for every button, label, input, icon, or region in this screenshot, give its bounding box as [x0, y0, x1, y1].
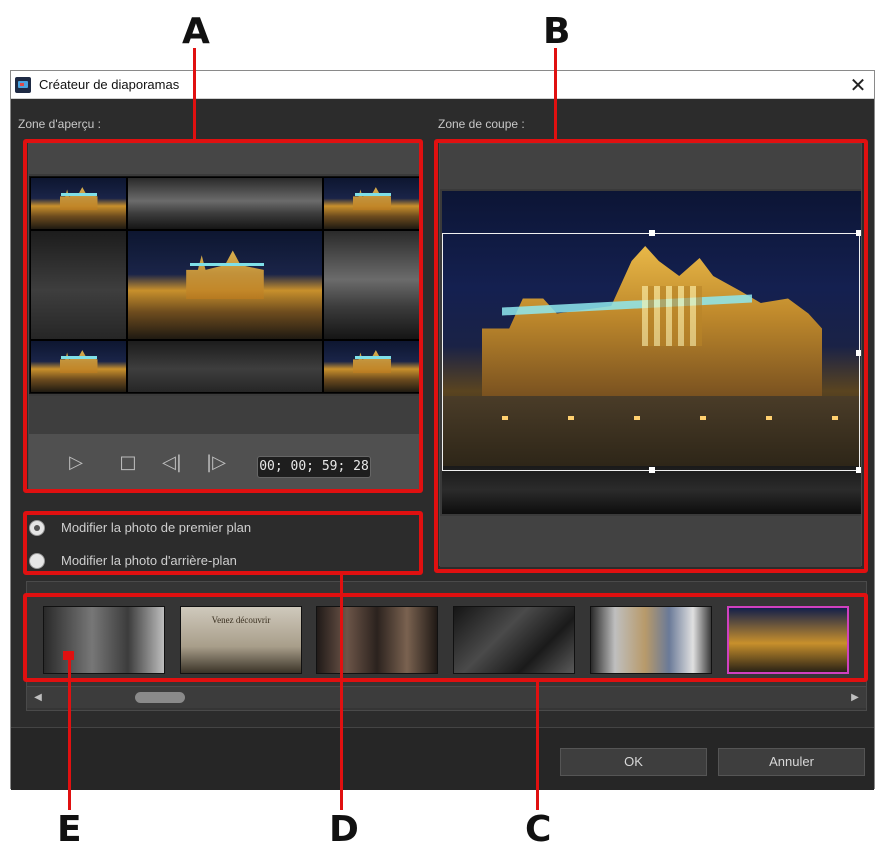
title-bar: Créateur de diaporamas ✕ [11, 71, 874, 99]
scroll-left-icon[interactable]: ◀ [31, 691, 45, 705]
close-button[interactable]: ✕ [846, 73, 870, 97]
scroll-thumb[interactable] [135, 692, 185, 703]
callout-letter-b: B [543, 11, 571, 52]
app-icon [15, 77, 31, 93]
callout-letter-c: C [525, 809, 552, 850]
preview-zone-label: Zone d'aperçu : [18, 117, 102, 131]
window-title: Créateur de diaporamas [39, 77, 180, 92]
crop-zone-label: Zone de coupe : [438, 117, 525, 131]
callout-box-a [23, 139, 423, 493]
leader-marker-e [63, 651, 74, 660]
callout-box-c [23, 593, 868, 682]
leader-line-b [554, 48, 557, 139]
callout-letter-d: D [329, 809, 359, 850]
horizontal-scrollbar[interactable]: ◀ ▶ [27, 686, 866, 708]
callout-letter-a: A [182, 11, 210, 52]
callout-letter-e: E [57, 809, 82, 850]
dialog-footer: OK Annuler [11, 727, 874, 790]
cancel-button[interactable]: Annuler [718, 748, 865, 776]
leader-line-a [193, 48, 196, 139]
leader-line-c [536, 682, 539, 810]
leader-line-e [68, 655, 71, 810]
callout-box-d [23, 511, 423, 575]
scroll-right-icon[interactable]: ▶ [848, 691, 862, 705]
callout-box-b [434, 139, 868, 573]
ok-button[interactable]: OK [560, 748, 707, 776]
leader-line-d [340, 575, 343, 810]
